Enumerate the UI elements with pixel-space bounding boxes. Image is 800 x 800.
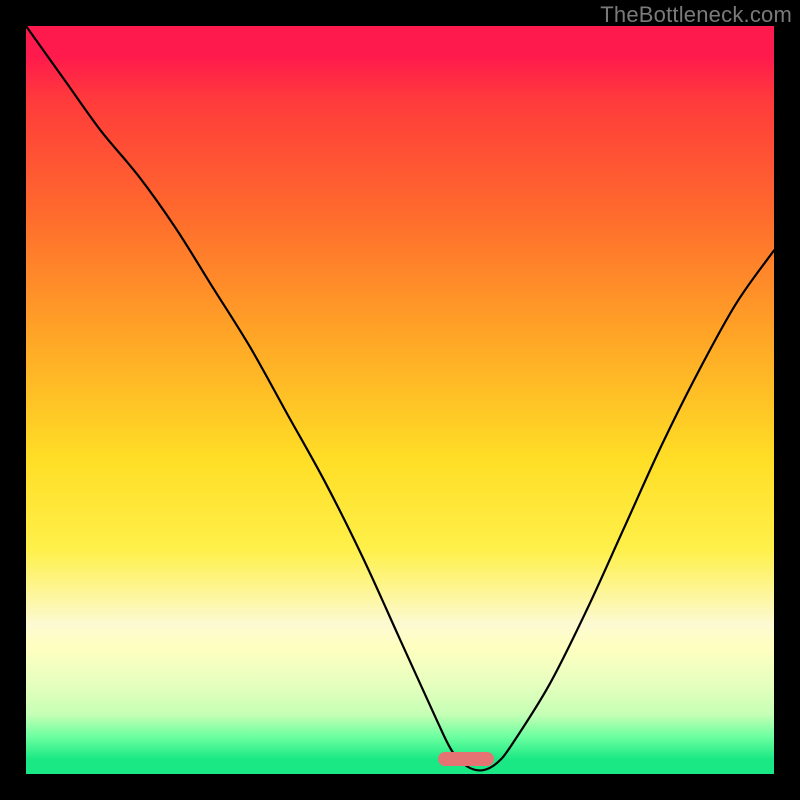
chart-frame: TheBottleneck.com [0, 0, 800, 800]
watermark-text: TheBottleneck.com [600, 2, 792, 28]
gradient-plot-area [26, 26, 774, 774]
bottleneck-curve [26, 26, 774, 774]
optimal-marker [438, 752, 494, 766]
